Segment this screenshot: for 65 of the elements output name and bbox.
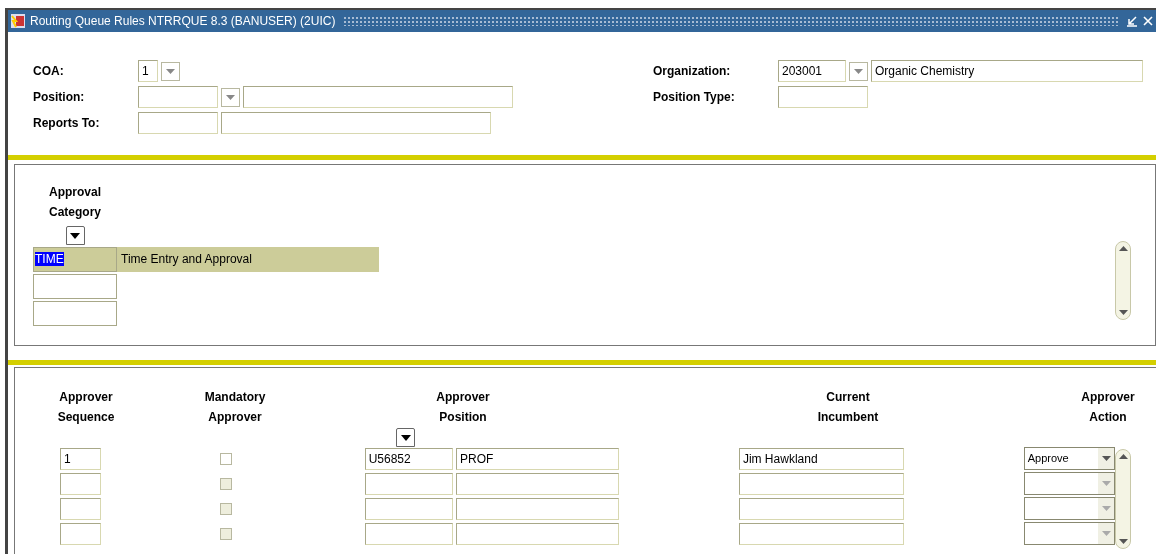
caret-icon: [854, 68, 863, 74]
up-arrow-icon: [1118, 246, 1128, 251]
input-field[interactable]: [364, 472, 454, 495]
input-field[interactable]: 203001: [778, 60, 846, 82]
input-field[interactable]: Organic Chemistry: [871, 60, 1143, 82]
field-label: Reports To:: [33, 115, 101, 132]
field-label: COA:: [33, 63, 65, 80]
input-field[interactable]: [456, 497, 619, 520]
caret-icon: [226, 94, 235, 100]
list-button[interactable]: [65, 226, 85, 245]
input-field[interactable]: [738, 497, 904, 520]
scroll-bar[interactable]: [1115, 241, 1131, 320]
input-field[interactable]: 1: [138, 60, 158, 82]
caret-icon: [166, 68, 175, 74]
caret-icon: [1101, 481, 1111, 486]
column-heading: Approver Position: [435, 389, 491, 426]
list-button[interactable]: [396, 428, 415, 447]
column-heading: Current Incumbent: [816, 389, 880, 426]
input-field[interactable]: [456, 472, 619, 495]
input-field[interactable]: 1: [60, 447, 101, 470]
close-icon[interactable]: [1142, 15, 1154, 27]
input-field[interactable]: TIME: [33, 247, 117, 272]
input-field[interactable]: [778, 86, 868, 108]
input-field[interactable]: U56852: [364, 447, 454, 470]
scroll-bar[interactable]: [1115, 449, 1131, 549]
input-field[interactable]: [456, 522, 619, 545]
column-heading: Approver Sequence: [56, 389, 116, 426]
caret-icon: [70, 232, 80, 239]
input-field[interactable]: [33, 274, 117, 299]
input-field[interactable]: [60, 522, 101, 545]
input-field[interactable]: [33, 301, 117, 326]
input-field[interactable]: Jim Hawkland: [738, 447, 904, 470]
column-heading: Mandatory Approver: [203, 389, 267, 426]
app-icon: [10, 13, 26, 29]
input-field[interactable]: [738, 472, 904, 495]
input-field[interactable]: [738, 522, 904, 545]
dropdown-button[interactable]: [849, 61, 868, 81]
up-arrow-icon: [1118, 454, 1128, 459]
input-field[interactable]: PROF: [456, 447, 619, 470]
caret-icon: [1101, 506, 1111, 511]
dropdown-button[interactable]: [221, 87, 240, 107]
input-field[interactable]: [138, 112, 218, 134]
caret-icon: [400, 434, 411, 441]
field-label: Position:: [33, 89, 86, 106]
down-arrow-icon: [1118, 539, 1128, 544]
caret-icon: [1101, 456, 1111, 461]
field-label: Organization:: [653, 63, 732, 80]
window-title: Routing Queue Rules NTRRQUE 8.3 (BANUSER) (2UIC): [30, 13, 336, 30]
input-field[interactable]: [364, 497, 454, 520]
column-heading: Approval Category: [48, 184, 102, 221]
input-field[interactable]: [221, 112, 491, 134]
minimize-icon[interactable]: [1126, 15, 1138, 27]
input-field[interactable]: [364, 522, 454, 545]
input-field[interactable]: [138, 86, 218, 108]
column-heading: Approver Action: [1080, 389, 1136, 426]
input-field[interactable]: [60, 497, 101, 520]
category-description: Time Entry and Approval: [117, 247, 379, 272]
input-field[interactable]: [243, 86, 513, 108]
checkbox[interactable]: [219, 452, 232, 465]
input-field[interactable]: [60, 472, 101, 495]
action-dropdown[interactable]: Approve: [1023, 447, 1115, 470]
down-arrow-icon: [1118, 310, 1128, 315]
field-label: Position Type:: [653, 89, 736, 106]
caret-icon: [1101, 531, 1111, 536]
dropdown-button[interactable]: [161, 61, 180, 81]
